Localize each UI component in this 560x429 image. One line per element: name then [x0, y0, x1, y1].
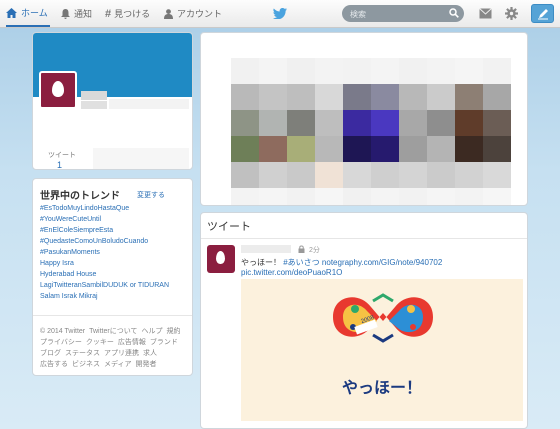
tweet-body: やっほー！: [241, 258, 281, 267]
trend-item[interactable]: LagiTwitteranSambilDUDUK or TIDURAN: [40, 282, 169, 289]
trend-item[interactable]: #EsTodoMuyLindoHastaQue: [40, 205, 129, 212]
top-navigation-bar: ホーム 通知 # 見つける アカウント: [0, 0, 560, 28]
media-caption: やっほー！: [341, 380, 422, 397]
footer-link[interactable]: 求人: [143, 350, 157, 357]
nav-discover-label: 見つける: [114, 9, 151, 19]
footer-link[interactable]: 広告情報: [118, 339, 146, 346]
profile-card: ツイート 1: [32, 32, 193, 170]
footer-link[interactable]: 開発者: [136, 361, 157, 368]
trend-item[interactable]: #YouWereCuteUntil: [40, 216, 101, 223]
search-box[interactable]: [342, 5, 464, 22]
gear-icon[interactable]: [505, 7, 518, 20]
trends-card: 世界中のトレンド 変更する #EsTodoMuyLindoHastaQue #Y…: [32, 178, 193, 376]
trends-title: 世界中のトレンド: [40, 191, 120, 202]
footer-link[interactable]: メディア: [104, 361, 132, 368]
profile-name-blurred: [81, 91, 107, 100]
footer-link[interactable]: プライバシー: [40, 339, 82, 346]
header-image-card: [200, 32, 528, 206]
footer-link[interactable]: 規約: [167, 328, 181, 335]
footer-link[interactable]: ヘルプ: [142, 328, 163, 335]
trend-item[interactable]: Hyderabad House: [40, 271, 96, 278]
nav-home-label: ホーム: [21, 8, 48, 18]
compose-tweet-button[interactable]: [531, 4, 554, 23]
person-icon: [164, 8, 173, 19]
tweet-url[interactable]: notegraphy.com/GIG/note/940702: [322, 258, 442, 267]
hashtag-icon: #: [105, 7, 112, 20]
nav-notifications[interactable]: 通知: [61, 0, 92, 27]
timeline-card: ツイート 2分 やっほー！ #あいさつ notegraphy.com/GIG/n…: [200, 212, 528, 429]
trend-item[interactable]: #PasukanMoments: [40, 249, 100, 256]
stats-blurred: [93, 148, 189, 169]
profile-info-blurred: [109, 99, 189, 109]
footer-link[interactable]: Twitterについて: [89, 328, 137, 335]
timeline-divider: [201, 238, 527, 239]
footer-link[interactable]: ブログ: [40, 350, 61, 357]
trend-item[interactable]: #EnElColeSiempreEsta: [40, 227, 113, 234]
footer-link[interactable]: ビジネス: [72, 361, 100, 368]
footer-links-row: 広告する ビジネス メディア 開発者: [40, 359, 161, 369]
tweet-text: やっほー！ #あいさつ notegraphy.com/GIG/note/9407…: [241, 257, 442, 268]
footer-link[interactable]: クッキー: [86, 339, 114, 346]
nav-discover[interactable]: # 見つける: [105, 0, 150, 27]
tweets-stat-count[interactable]: 1: [57, 160, 62, 169]
tweet-avatar[interactable]: [207, 245, 235, 273]
footer-link[interactable]: アプリ連携: [104, 350, 139, 357]
bell-icon: [61, 8, 70, 19]
trend-item[interactable]: Salam Israk Mikraj: [40, 293, 98, 300]
nav-home[interactable]: ホーム: [6, 0, 50, 27]
footer-links-row: ブログ ステータス アプリ連携 求人: [40, 348, 161, 358]
footer-link[interactable]: 広告する: [40, 361, 68, 368]
tweet-pic-link[interactable]: pic.twitter.com/deoPuaoR1O: [241, 268, 342, 277]
search-input[interactable]: [348, 6, 448, 22]
lock-icon: [298, 245, 305, 253]
tweet-timestamp[interactable]: 2分: [309, 245, 320, 255]
egg-avatar-icon: [52, 81, 64, 97]
trends-change-link[interactable]: 変更する: [137, 190, 165, 200]
footer-links-row: © 2014 Twitter Twitterについて ヘルプ 規約: [40, 326, 185, 336]
twitter-bird-icon[interactable]: [273, 8, 287, 19]
egg-avatar-icon: [216, 251, 225, 264]
home-icon: [6, 7, 17, 18]
trend-item[interactable]: #QuedasteComoUnBoludoCuando: [40, 238, 148, 245]
tweets-stat-label: ツイート: [48, 152, 76, 159]
tweet-author-blurred: [241, 245, 291, 253]
footer-copyright: © 2014 Twitter: [40, 328, 86, 335]
footer-link[interactable]: ステータス: [65, 350, 100, 357]
profile-handle-blurred: [81, 101, 107, 109]
avatar[interactable]: [39, 71, 77, 109]
footer-link[interactable]: ブランド: [150, 339, 178, 346]
tweet-media-image[interactable]: 2008 やっほー！: [241, 279, 523, 421]
tweet-hashtag[interactable]: #あいさつ: [283, 258, 319, 267]
nav-account-label: アカウント: [177, 9, 223, 19]
compose-icon: [538, 9, 548, 20]
nav-notifications-label: 通知: [74, 9, 93, 19]
timeline-title: ツイート: [207, 221, 251, 233]
search-icon[interactable]: [449, 8, 459, 18]
trend-item[interactable]: Happy Isra: [40, 260, 74, 267]
colorful-infinity-illustration: [333, 293, 433, 343]
envelope-icon[interactable]: [479, 8, 492, 19]
trends-divider: [33, 315, 192, 316]
footer-links-row: プライバシー クッキー 広告情報 ブランド: [40, 337, 182, 347]
nav-account[interactable]: アカウント: [164, 0, 222, 27]
